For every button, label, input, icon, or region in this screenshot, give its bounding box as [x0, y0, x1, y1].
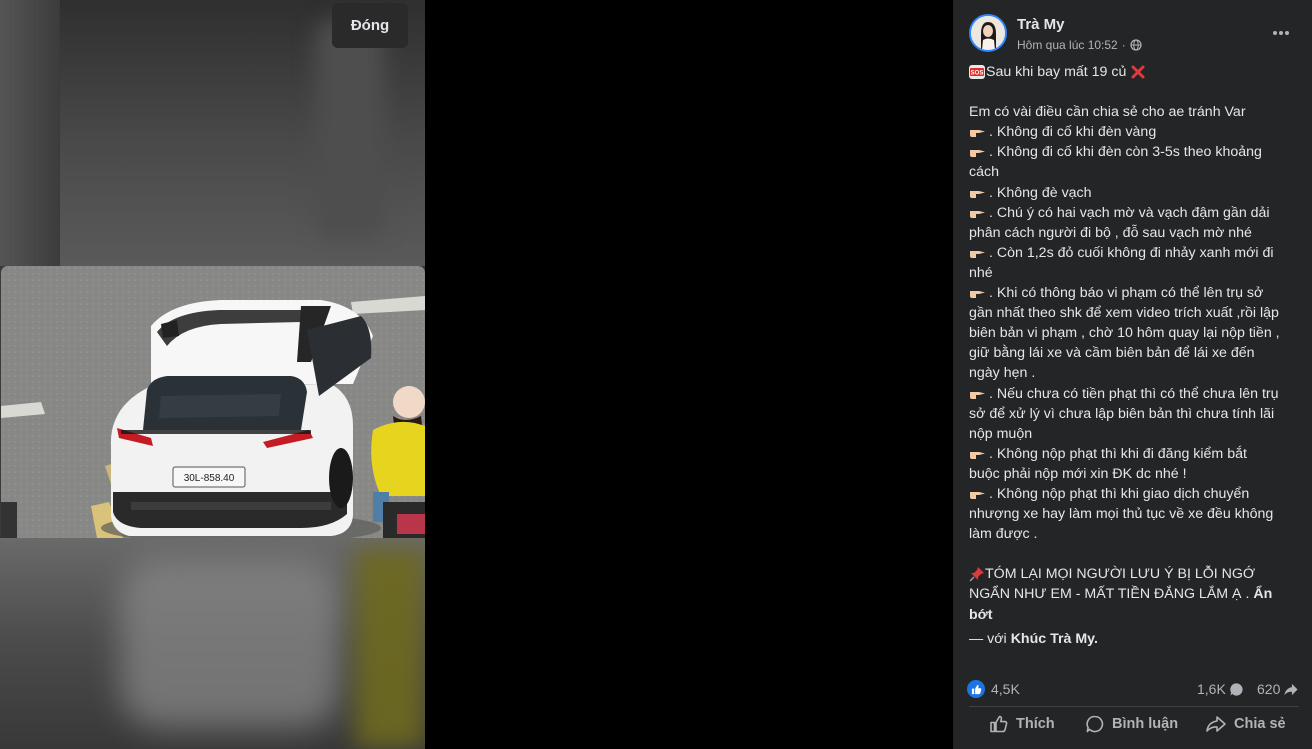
blurred-background-bottom [0, 538, 425, 749]
post-line: . Nếu chưa có tiền phạt thì có thể chưa … [969, 384, 1299, 404]
post-line: nhượng xe hay làm mọi thủ tục về xe đều … [969, 506, 1274, 523]
cross-mark-icon [1131, 65, 1145, 79]
comment-button[interactable]: Bình luận [1085, 711, 1178, 737]
post-line: biên bản vi phạm , chờ 10 hôm quay lại n… [969, 325, 1280, 342]
post-line: nhé [969, 264, 993, 281]
action-bar: Thích Bình luận Chia sẻ [969, 706, 1299, 741]
reaction-stats: 4,5K 1,6K 620 [967, 678, 1301, 700]
tagged-person-link[interactable]: Khúc Trà My. [1011, 629, 1098, 649]
share-count[interactable]: 620 [1257, 681, 1299, 697]
post-line: . Không đi cố khi đèn vàng [969, 122, 1299, 142]
share-button[interactable]: Chia sẻ [1205, 711, 1286, 737]
avatar-image [971, 16, 1005, 50]
pointing-hand-icon [970, 210, 985, 218]
post-line: buộc phải nộp mới xin ĐK dc nhé ! [969, 465, 1187, 482]
post-timestamp[interactable]: Hôm qua lúc 10:52 [1017, 38, 1118, 52]
summary-line: NGẨN NHƯ EM - MẤT TIỀN ĐẮNG LẮM Ạ . Ẩn [969, 584, 1299, 604]
post-line: ngày hẹn . [969, 365, 1036, 382]
post-line: . Còn 1,2s đỏ cuối không đi nhảy xanh mớ… [969, 243, 1299, 263]
post-line: . Chú ý có hai vạch mờ và vạch đậm gần d… [969, 203, 1299, 223]
post-line: . Không nộp phạt thì khi đi đăng kiểm bắ… [969, 444, 1299, 464]
headline-text: Sau khi bay mất 19 củ [986, 64, 1127, 80]
share-arrow-icon [1284, 683, 1298, 695]
pointing-hand-icon [970, 291, 985, 299]
sos-icon: SOS [969, 65, 985, 80]
post-panel: Trà My Hôm qua lúc 10:52 · SOS Sau khi b… [953, 0, 1312, 749]
pointing-hand-icon [970, 451, 985, 459]
see-less-link[interactable]: Ẩn [1253, 584, 1272, 604]
pointing-hand-icon [970, 150, 985, 158]
post-photo[interactable]: 30L-858.40 [1, 266, 425, 538]
post-line: . Khi có thông báo vi phạm có thể lên tr… [969, 283, 1299, 303]
like-reaction-icon[interactable] [967, 680, 985, 698]
post-body: SOS Sau khi bay mất 19 củ Em có vài điều… [969, 62, 1299, 649]
post-line: làm được . [969, 526, 1038, 543]
globe-icon [1130, 39, 1142, 51]
pointing-hand-icon [970, 391, 985, 399]
post-line: nộp muộn [969, 425, 1033, 442]
post-line: cách [969, 164, 999, 181]
author-name[interactable]: Trà My [1017, 16, 1065, 33]
media-viewer: 30L-858.40 Đóng [0, 0, 425, 749]
like-count[interactable]: 4,5K [991, 681, 1020, 697]
post-line: . Không đi cố khi đèn còn 3-5s theo khoả… [969, 142, 1299, 162]
pointing-hand-icon [970, 250, 985, 258]
avatar[interactable] [969, 14, 1007, 52]
post-line: phân cách người đi bộ , đỗ sau vạch mờ n… [969, 224, 1252, 241]
post-line: giữ bằng lái xe và cầm biên bản để lái x… [969, 345, 1255, 362]
pointing-hand-icon [970, 190, 985, 198]
pushpin-icon [969, 567, 984, 582]
post-line: . Không đè vạch [969, 183, 1299, 203]
share-icon [1206, 716, 1226, 732]
with-prefix: — với [969, 630, 1007, 647]
comment-icon [1086, 715, 1104, 733]
meta-separator: · [1121, 38, 1126, 52]
comment-bubble-icon [1230, 682, 1243, 696]
street-photo-illustration: 30L-858.40 [1, 266, 425, 538]
more-dots-icon [1273, 31, 1289, 35]
more-options-button[interactable] [1268, 22, 1294, 44]
pointing-hand-icon [970, 130, 985, 138]
license-plate: 30L-858.40 [184, 473, 235, 484]
like-button[interactable]: Thích [989, 711, 1055, 737]
post-line: Em có vài điều cần chia sẻ cho ae tránh … [969, 104, 1246, 121]
summary-line: bớt [969, 605, 1299, 625]
svg-text:SOS: SOS [971, 71, 984, 77]
post-line: gần nhất theo shk để xem video trích xuấ… [969, 305, 1279, 322]
close-button[interactable]: Đóng [332, 3, 408, 48]
comment-count[interactable]: 1,6K [1197, 681, 1244, 697]
summary-line: TÓM LẠI MỌI NGƯỜI LƯU Ý BỊ LỖI NGỚ [969, 564, 1299, 584]
post-line: . Không nộp phạt thì khi giao dịch chuyể… [969, 484, 1299, 504]
pointing-hand-icon [970, 492, 985, 500]
post-line: sở để xử lý vì chưa lập biên bản thì chư… [969, 405, 1275, 422]
tagged-line: — với Khúc Trà My. [969, 629, 1299, 649]
post-headline: SOS Sau khi bay mất 19 củ [969, 62, 1299, 82]
see-less-link-continued[interactable]: bớt [969, 605, 992, 625]
thumbs-up-icon [990, 715, 1008, 733]
post-meta: Hôm qua lúc 10:52 · [1017, 38, 1142, 52]
